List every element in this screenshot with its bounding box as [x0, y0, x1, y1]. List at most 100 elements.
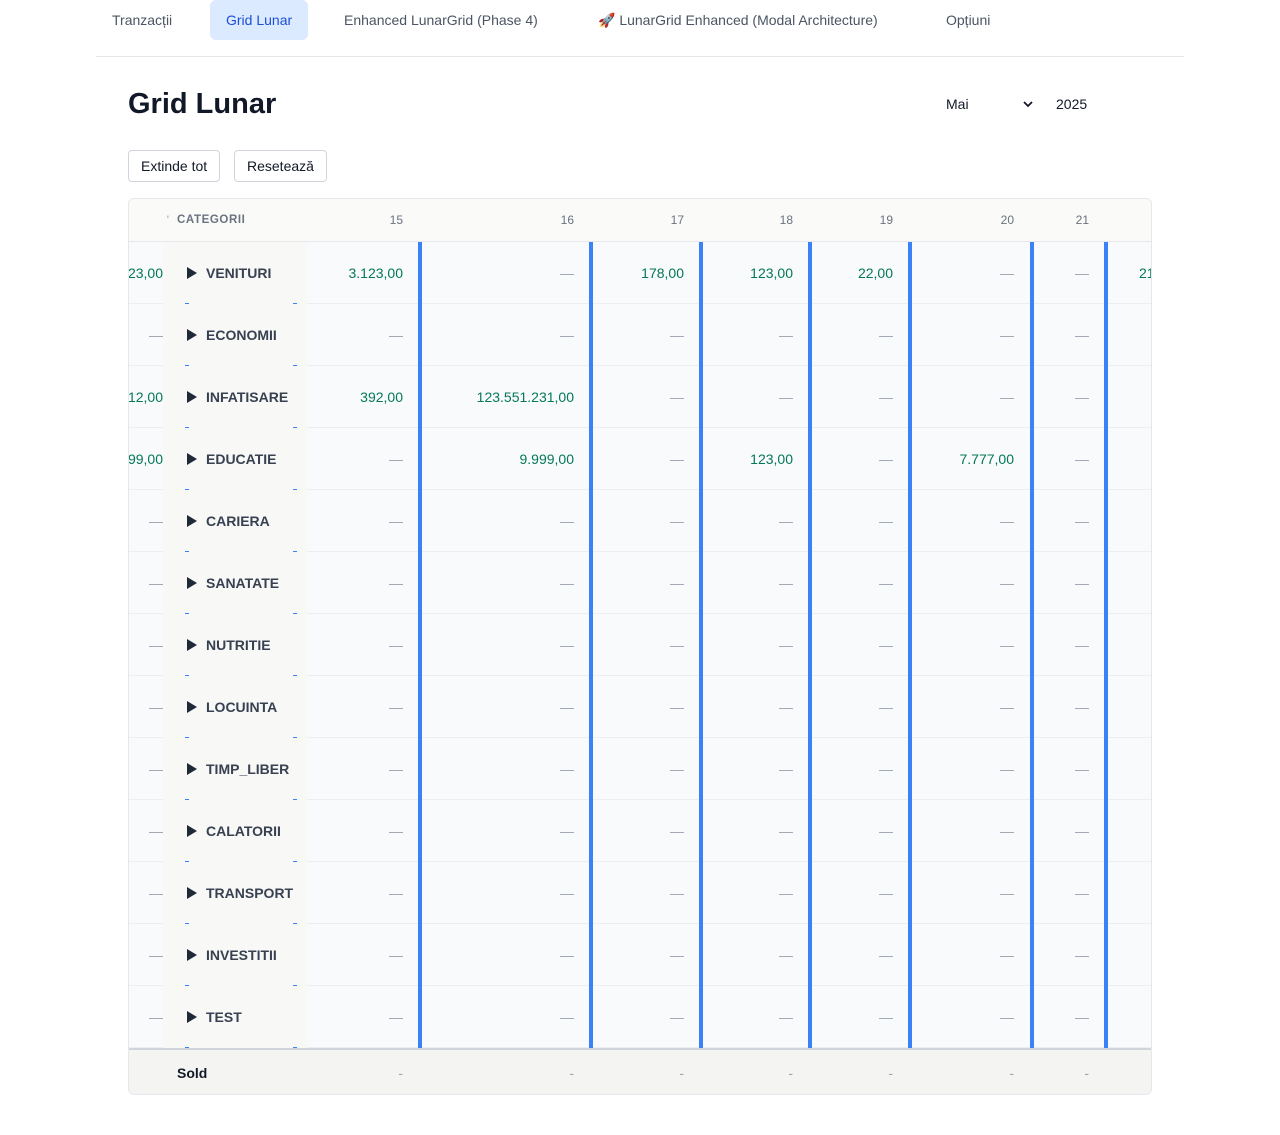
grid-cell[interactable]: —	[1029, 366, 1089, 428]
category-cell[interactable]: INVESTITII	[163, 924, 307, 987]
expand-triangle-icon[interactable]	[187, 949, 197, 961]
grid-cell[interactable]: —	[929, 614, 1014, 676]
grid-cell[interactable]: —	[709, 304, 793, 366]
grid-cell[interactable]: —	[1029, 490, 1089, 552]
grid-cell-partial[interactable]	[1139, 800, 1151, 862]
grid-cell[interactable]: —	[599, 614, 684, 676]
expand-triangle-icon[interactable]	[187, 267, 197, 279]
category-cell[interactable]: TIMP_LIBER	[163, 738, 307, 801]
grid-cell-partial[interactable]: —	[129, 924, 163, 986]
grid-cell[interactable]: —	[1029, 676, 1089, 738]
grid-cell[interactable]: —	[599, 924, 684, 986]
grid-cell-partial[interactable]: 99,00	[129, 428, 163, 490]
grid-cell[interactable]: —	[419, 552, 574, 614]
grid-cell[interactable]: —	[819, 924, 893, 986]
grid-cell-partial[interactable]	[1139, 428, 1151, 490]
grid-cell[interactable]: —	[419, 862, 574, 924]
grid-cell[interactable]: —	[309, 676, 403, 738]
expand-triangle-icon[interactable]	[187, 701, 197, 713]
grid-cell-partial[interactable]: —	[129, 552, 163, 614]
grid-cell[interactable]: —	[929, 738, 1014, 800]
header-day[interactable]: 20	[929, 199, 1014, 242]
grid-cell[interactable]: —	[599, 862, 684, 924]
grid-cell[interactable]: —	[599, 986, 684, 1048]
grid-cell[interactable]: —	[709, 552, 793, 614]
tab-grid-lunar[interactable]: Grid Lunar	[210, 0, 309, 40]
grid-cell[interactable]: —	[819, 614, 893, 676]
grid-cell[interactable]: 123,00	[709, 428, 793, 490]
grid-cell[interactable]: —	[929, 304, 1014, 366]
grid-cell[interactable]: —	[819, 552, 893, 614]
grid-cell[interactable]: 123,00	[709, 242, 793, 304]
category-cell[interactable]: SANATATE	[163, 552, 307, 615]
year-input[interactable]: 2025	[1050, 91, 1130, 117]
grid-cell[interactable]: 123.551.231,00	[419, 366, 574, 428]
month-select[interactable]: Mai	[940, 91, 1040, 117]
category-cell[interactable]: EDUCATIE	[163, 428, 307, 491]
grid-cell[interactable]: —	[709, 986, 793, 1048]
grid-cell[interactable]: —	[819, 800, 893, 862]
header-day[interactable]: 16	[479, 199, 574, 242]
grid-cell[interactable]: —	[599, 552, 684, 614]
grid-cell[interactable]: —	[419, 490, 574, 552]
expand-triangle-icon[interactable]	[187, 887, 197, 899]
grid-cell-partial[interactable]	[1139, 676, 1151, 738]
grid-cell[interactable]: —	[1029, 304, 1089, 366]
grid-cell[interactable]: —	[709, 614, 793, 676]
tab-enhanced-lunargrid[interactable]: Enhanced LunarGrid (Phase 4)	[328, 0, 554, 40]
grid-cell-partial[interactable]: —	[129, 800, 163, 862]
grid-cell[interactable]: 7.777,00	[929, 428, 1015, 490]
grid-cell[interactable]: —	[929, 986, 1014, 1048]
grid-cell[interactable]: —	[819, 676, 893, 738]
grid-cell[interactable]: —	[309, 986, 403, 1048]
expand-triangle-icon[interactable]	[187, 1011, 197, 1023]
grid-cell[interactable]: —	[709, 366, 793, 428]
category-cell[interactable]: CARIERA	[163, 490, 307, 553]
grid-cell[interactable]: —	[929, 862, 1014, 924]
grid-cell[interactable]: 22,00	[819, 242, 893, 304]
grid-cell[interactable]: —	[599, 738, 684, 800]
category-cell[interactable]: ECONOMII	[163, 304, 307, 367]
grid-cell[interactable]: —	[419, 676, 574, 738]
grid-cell[interactable]: —	[419, 614, 574, 676]
grid-cell-partial[interactable]: 21	[1139, 242, 1151, 304]
grid-cell[interactable]: —	[929, 800, 1014, 862]
grid-cell[interactable]: —	[709, 490, 793, 552]
grid-cell[interactable]: —	[819, 428, 893, 490]
grid-cell[interactable]: —	[709, 738, 793, 800]
grid-cell[interactable]: —	[709, 924, 793, 986]
grid-cell[interactable]: —	[819, 862, 893, 924]
expand-triangle-icon[interactable]	[187, 329, 197, 341]
grid-cell[interactable]: —	[1029, 986, 1089, 1048]
grid-cell[interactable]: —	[1029, 924, 1089, 986]
grid-cell[interactable]: —	[599, 428, 684, 490]
header-day[interactable]: 18	[709, 199, 793, 242]
grid-cell[interactable]: —	[929, 676, 1014, 738]
grid-cell[interactable]: —	[599, 366, 684, 428]
grid-cell[interactable]: —	[709, 676, 793, 738]
category-cell[interactable]: VENITURI	[163, 242, 307, 305]
grid-cell[interactable]: 392,00	[309, 366, 403, 428]
expand-triangle-icon[interactable]	[187, 763, 197, 775]
grid-cell[interactable]: —	[309, 490, 403, 552]
grid-cell[interactable]: —	[819, 490, 893, 552]
expand-triangle-icon[interactable]	[187, 639, 197, 651]
grid-cell[interactable]: —	[929, 242, 1014, 304]
grid-cell[interactable]: —	[309, 614, 403, 676]
grid-cell[interactable]: —	[1029, 428, 1089, 490]
grid-cell[interactable]: —	[419, 304, 574, 366]
grid-cell[interactable]: —	[709, 800, 793, 862]
expand-triangle-icon[interactable]	[187, 577, 197, 589]
category-cell[interactable]: INFATISARE	[163, 366, 307, 429]
category-cell[interactable]: LOCUINTA	[163, 676, 307, 739]
grid-cell[interactable]: —	[419, 924, 574, 986]
grid-cell[interactable]: —	[599, 800, 684, 862]
grid-cell[interactable]: —	[1029, 552, 1089, 614]
expand-triangle-icon[interactable]	[187, 453, 197, 465]
category-cell[interactable]: TEST	[163, 986, 307, 1049]
tab-lunargrid-enhanced-modal[interactable]: 🚀 LunarGrid Enhanced (Modal Architecture…	[582, 0, 894, 40]
expand-triangle-icon[interactable]	[187, 515, 197, 527]
grid-cell-partial[interactable]: 23,00	[129, 242, 163, 304]
reset-button[interactable]: Resetează	[234, 150, 327, 182]
header-day[interactable]: 21	[1029, 199, 1089, 242]
